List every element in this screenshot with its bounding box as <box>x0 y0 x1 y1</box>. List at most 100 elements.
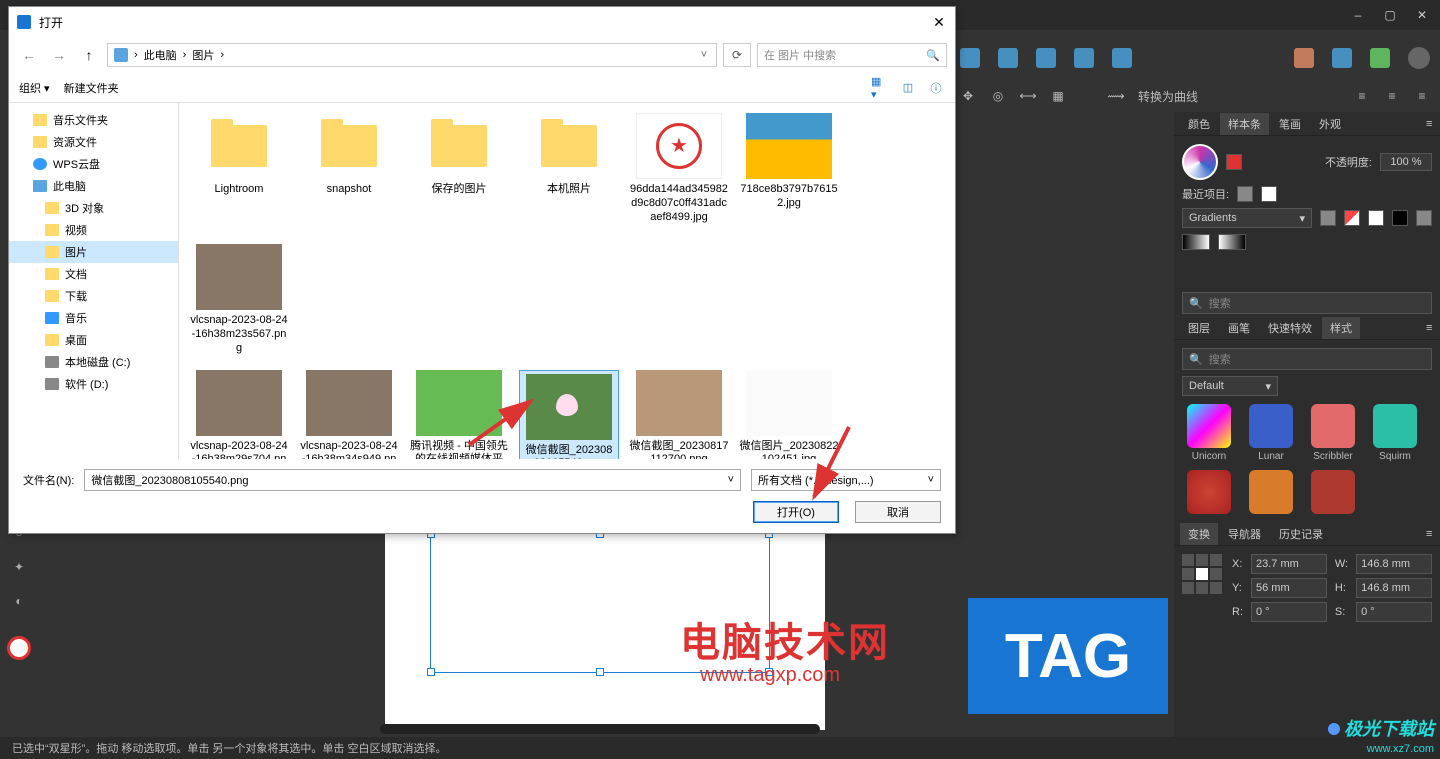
file-item[interactable]: 保存的图片 <box>409 113 509 224</box>
file-item[interactable]: 微信图片_20230822102451.jpg <box>739 370 839 460</box>
style-tile[interactable]: Lunar <box>1244 404 1298 462</box>
recent-swatch[interactable] <box>1237 186 1253 202</box>
file-item[interactable]: vlcsnap-2023-08-24-16h38m23s567.png <box>189 244 289 355</box>
swatch[interactable] <box>1368 210 1384 226</box>
convert-curves-icon[interactable]: ⟿ <box>1108 88 1124 104</box>
dialog-search-input[interactable]: 在 图片 中搜索🔍 <box>757 43 947 67</box>
file-item[interactable]: 腾讯视频 - 中国领先的在线视频媒体平台,海量高清视频在线观... <box>409 370 509 460</box>
swatch[interactable] <box>1392 210 1408 226</box>
nav-tree-item[interactable]: 桌面 <box>9 329 178 351</box>
address-dropdown[interactable]: ˅ <box>698 43 710 67</box>
gradients-dropdown[interactable]: Gradients▾ <box>1182 208 1312 228</box>
dialog-close-button[interactable]: ✕ <box>931 14 947 30</box>
tab-brushes[interactable]: 画笔 <box>1220 317 1258 339</box>
nav-tree-item[interactable]: 此电脑 <box>9 175 178 197</box>
r-input[interactable]: 0 ° <box>1251 602 1327 622</box>
up-button[interactable]: ↑ <box>77 43 101 67</box>
maximize-button[interactable]: ▢ <box>1378 3 1402 27</box>
swatch[interactable] <box>1416 210 1432 226</box>
back-button[interactable]: ← <box>17 43 41 67</box>
toolbar-icon[interactable] <box>960 48 980 68</box>
picker-icon[interactable] <box>1226 154 1242 170</box>
none-swatch[interactable] <box>1344 210 1360 226</box>
style-tile[interactable] <box>1244 470 1298 514</box>
toolbar-icon[interactable] <box>998 48 1018 68</box>
styles-search-input[interactable]: 🔍 搜索 <box>1182 348 1432 370</box>
toolbar-icon[interactable] <box>1112 48 1132 68</box>
breadcrumb-item[interactable]: 此电脑 <box>144 47 177 63</box>
file-item[interactable]: 本机照片 <box>519 113 619 224</box>
nav-tree-item[interactable]: 资源文件 <box>9 131 178 153</box>
tool-icon[interactable]: ✦ <box>10 558 28 576</box>
tab-stroke[interactable]: 笔画 <box>1271 113 1309 135</box>
tab-navigator[interactable]: 导航器 <box>1220 523 1269 545</box>
style-tile[interactable] <box>1182 470 1236 514</box>
w-input[interactable]: 146.8 mm <box>1356 554 1432 574</box>
align-icon[interactable]: ≡ <box>1354 88 1370 104</box>
file-item[interactable]: 微信截图_20230808105540.png <box>519 370 619 460</box>
style-tile[interactable]: Squirm <box>1368 404 1422 462</box>
nav-tree-item[interactable]: 文档 <box>9 263 178 285</box>
toolbar-icon[interactable] <box>1074 48 1094 68</box>
nav-tree-item[interactable]: 音乐文件夹 <box>9 109 178 131</box>
y-input[interactable]: 56 mm <box>1251 578 1327 598</box>
resize-handle[interactable] <box>596 668 604 676</box>
recent-swatch[interactable] <box>1261 186 1277 202</box>
file-item[interactable]: 718ce8b3797b76152.jpg <box>739 113 839 224</box>
toolbar-icon[interactable] <box>1294 48 1314 68</box>
open-button[interactable]: 打开(O) <box>753 501 839 523</box>
forward-button[interactable]: → <box>47 43 71 67</box>
new-folder-button[interactable]: 新建文件夹 <box>64 80 119 96</box>
align-icon[interactable]: ≡ <box>1384 88 1400 104</box>
x-input[interactable]: 23.7 mm <box>1251 554 1327 574</box>
cancel-button[interactable]: 取消 <box>855 501 941 523</box>
nav-tree-item[interactable]: 图片 <box>9 241 178 263</box>
tab-fx[interactable]: 快速特效 <box>1260 317 1320 339</box>
gradient-swatch[interactable] <box>1218 234 1246 250</box>
anchor-grid[interactable] <box>1182 554 1222 594</box>
s-input[interactable]: 0 ° <box>1356 602 1432 622</box>
filename-input[interactable]: 微信截图_20230808105540.png˅ <box>84 469 741 491</box>
tool-icon[interactable]: ◐ <box>10 592 28 610</box>
convert-curves-label[interactable]: 转换为曲线 <box>1138 88 1198 105</box>
color-wheel-icon[interactable] <box>1182 144 1218 180</box>
h-input[interactable]: 146.8 mm <box>1356 578 1432 598</box>
refresh-button[interactable]: ⟳ <box>723 43 751 67</box>
nav-tree-item[interactable]: 视频 <box>9 219 178 241</box>
style-tile[interactable]: Unicorn <box>1182 404 1236 462</box>
nav-tree-item[interactable]: 音乐 <box>9 307 178 329</box>
align-icon[interactable]: ≡ <box>1414 88 1430 104</box>
opacity-value[interactable]: 100 % <box>1380 153 1432 171</box>
file-item[interactable]: vlcsnap-2023-08-24-16h38m34s949.png <box>299 370 399 460</box>
align-icon[interactable]: ⟷ <box>1020 88 1036 104</box>
style-tile[interactable] <box>1306 470 1360 514</box>
styles-group-dropdown[interactable]: Default▾ <box>1182 376 1278 396</box>
file-item[interactable]: Lightroom <box>189 113 289 224</box>
file-item[interactable]: 96dda144ad345982d9c8d07c0ff431adcaef8499… <box>629 113 729 224</box>
style-tile[interactable]: Scribbler <box>1306 404 1360 462</box>
breadcrumb-item[interactable]: 图片 <box>192 47 214 63</box>
tab-history[interactable]: 历史记录 <box>1271 523 1331 545</box>
close-button[interactable]: ✕ <box>1410 3 1434 27</box>
toolbar-icon[interactable] <box>1370 48 1390 68</box>
toolbar-icon[interactable] <box>1332 48 1352 68</box>
file-item[interactable]: 微信截图_20230817112700.png <box>629 370 729 460</box>
nav-tree-item[interactable]: WPS云盘 <box>9 153 178 175</box>
align-icon[interactable]: ✥ <box>960 88 976 104</box>
minimize-button[interactable]: – <box>1346 3 1370 27</box>
swatch-view-icon[interactable] <box>1320 210 1336 226</box>
tab-styles[interactable]: 样式 <box>1322 317 1360 339</box>
organize-button[interactable]: 组织 ▾ <box>19 80 50 96</box>
nav-tree-item[interactable]: 3D 对象 <box>9 197 178 219</box>
toolbar-icon[interactable] <box>1036 48 1056 68</box>
nav-tree-item[interactable]: 本地磁盘 (C:) <box>9 351 178 373</box>
panel-menu-icon[interactable]: ≡ <box>1418 525 1434 543</box>
file-item[interactable]: snapshot <box>299 113 399 224</box>
align-icon[interactable]: ◎ <box>990 88 1006 104</box>
tab-swatches[interactable]: 样本条 <box>1220 113 1269 135</box>
preview-pane-button[interactable]: ◫ <box>899 81 917 95</box>
tab-layers[interactable]: 图层 <box>1180 317 1218 339</box>
resize-handle[interactable] <box>427 668 435 676</box>
tab-appearance[interactable]: 外观 <box>1311 113 1349 135</box>
panel-menu-icon[interactable]: ≡ <box>1418 319 1434 337</box>
